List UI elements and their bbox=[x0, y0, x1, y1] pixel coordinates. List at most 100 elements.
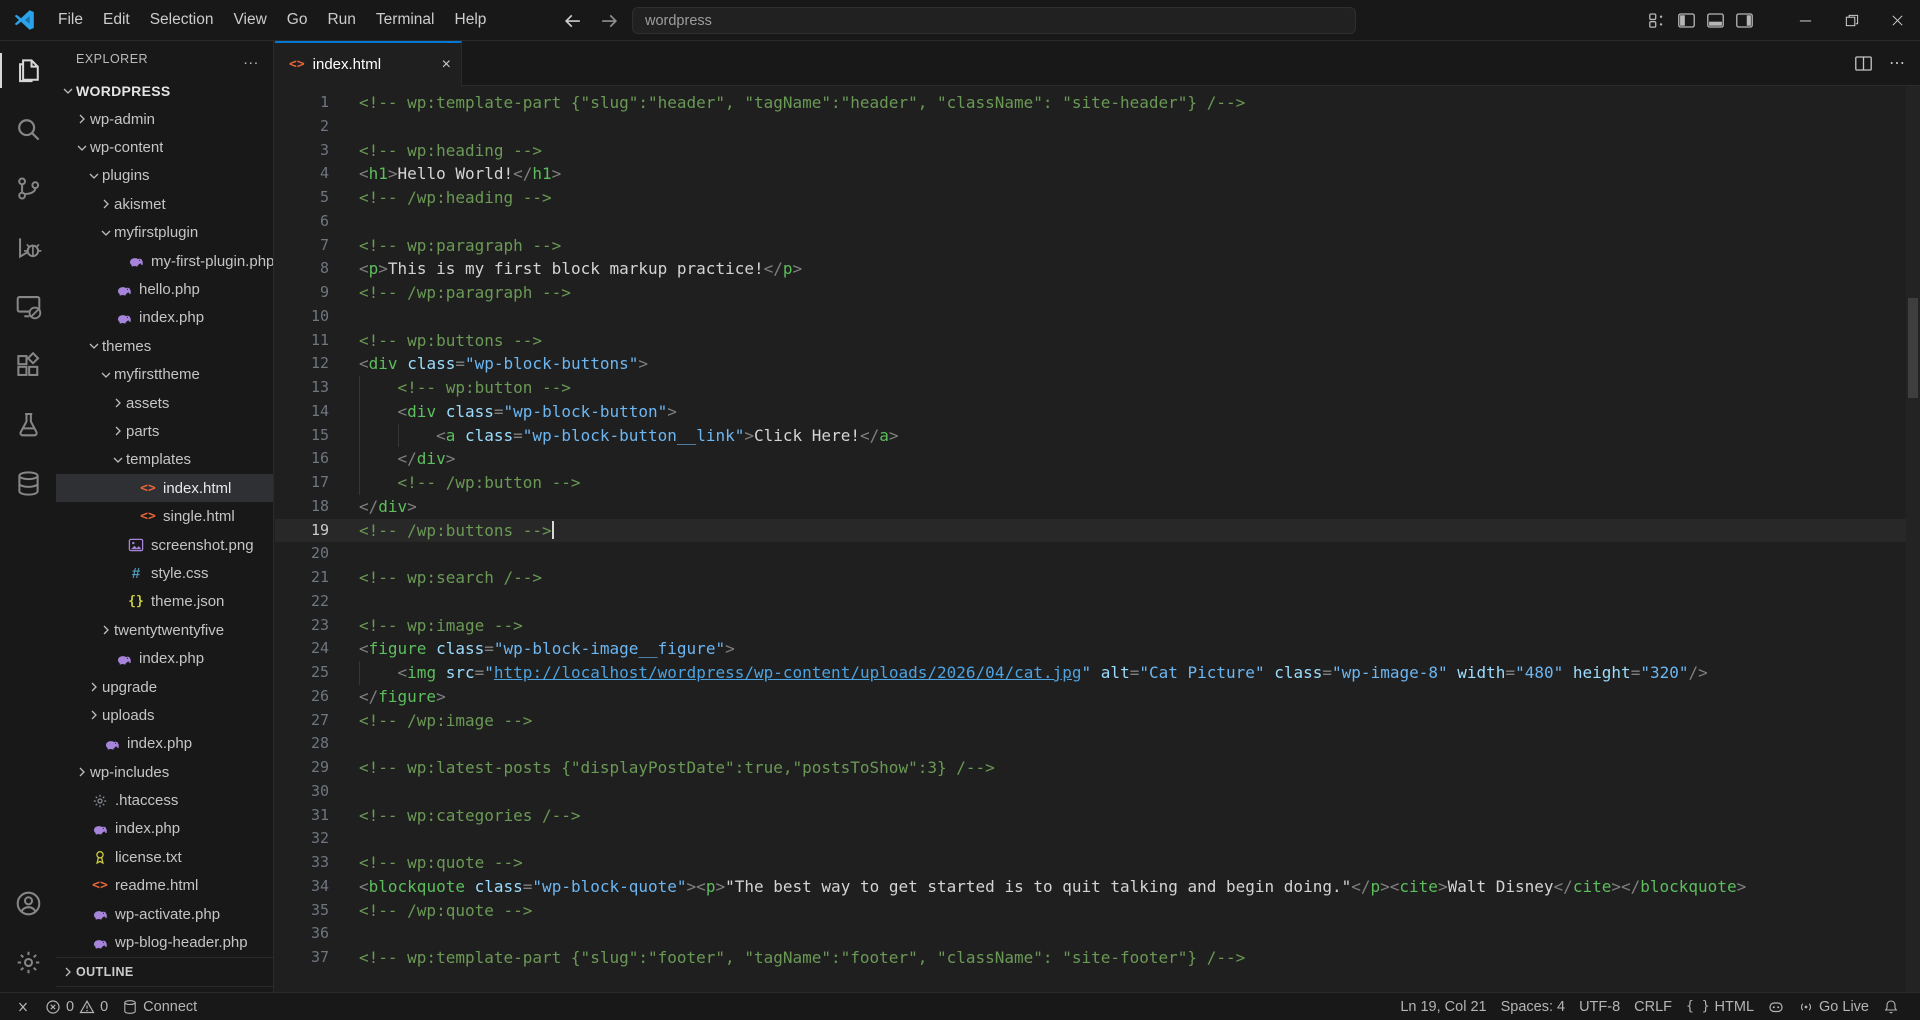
tree-file-index-php[interactable]: index.php bbox=[56, 730, 273, 758]
code-line-16[interactable]: 16 </div> bbox=[275, 447, 1920, 471]
code-line-25[interactable]: 25 <img src="http://localhost/wordpress/… bbox=[275, 661, 1920, 685]
explorer-more-actions-icon[interactable]: ... bbox=[243, 51, 259, 68]
window-close-button[interactable] bbox=[1874, 0, 1920, 41]
code-line-33[interactable]: 33<!-- wp:quote --> bbox=[275, 851, 1920, 875]
code-line-14[interactable]: 14 <div class="wp-block-button"> bbox=[275, 400, 1920, 424]
code-line-24[interactable]: 24<figure class="wp-block-image__figure"… bbox=[275, 637, 1920, 661]
tree-file-style-css[interactable]: #style.css bbox=[56, 559, 273, 587]
database-icon[interactable] bbox=[0, 454, 56, 513]
command-center-search[interactable]: wordpress bbox=[632, 7, 1356, 34]
toggle-secondary-sidebar-icon[interactable] bbox=[1735, 11, 1754, 30]
editor-scrollbar[interactable] bbox=[1906, 86, 1920, 992]
code-line-31[interactable]: 31<!-- wp:categories /--> bbox=[275, 804, 1920, 828]
cursor-position[interactable]: Ln 19, Col 21 bbox=[1393, 999, 1493, 1015]
split-editor-icon[interactable] bbox=[1854, 54, 1873, 73]
search-icon[interactable] bbox=[0, 100, 56, 159]
menu-terminal[interactable]: Terminal bbox=[366, 6, 445, 34]
code-line-23[interactable]: 23<!-- wp:image --> bbox=[275, 614, 1920, 638]
code-line-20[interactable]: 20 bbox=[275, 542, 1920, 566]
tree-folder-akismet[interactable]: akismet bbox=[56, 190, 273, 218]
tree-folder-wp-admin[interactable]: wp-admin bbox=[56, 105, 273, 133]
tree-folder-upgrade[interactable]: upgrade bbox=[56, 673, 273, 701]
code-line-3[interactable]: 3<!-- wp:heading --> bbox=[275, 139, 1920, 163]
code-line-21[interactable]: 21<!-- wp:search /--> bbox=[275, 566, 1920, 590]
code-line-26[interactable]: 26</figure> bbox=[275, 685, 1920, 709]
code-line-15[interactable]: 15 <a class="wp-block-button__link">Clic… bbox=[275, 424, 1920, 448]
tree-folder-uploads[interactable]: uploads bbox=[56, 701, 273, 729]
tree-file-wp-blog-header-php[interactable]: wp-blog-header.php bbox=[56, 928, 273, 956]
extensions-icon[interactable] bbox=[0, 336, 56, 395]
code-line-7[interactable]: 7<!-- wp:paragraph --> bbox=[275, 234, 1920, 258]
tab-index-html[interactable]: <> index.html × bbox=[275, 41, 462, 86]
tree-file-index-php[interactable]: index.php bbox=[56, 644, 273, 672]
tree-folder-parts[interactable]: parts bbox=[56, 417, 273, 445]
code-line-12[interactable]: 12<div class="wp-block-buttons"> bbox=[275, 352, 1920, 376]
tree-file-license-txt[interactable]: license.txt bbox=[56, 843, 273, 871]
code-editor[interactable]: 1<!-- wp:template-part {"slug":"header",… bbox=[275, 86, 1920, 992]
code-line-17[interactable]: 17 <!-- /wp:button --> bbox=[275, 471, 1920, 495]
code-line-8[interactable]: 8<p>This is my first block markup practi… bbox=[275, 257, 1920, 281]
tree-folder-twentytwentyfive[interactable]: twentytwentyfive bbox=[56, 616, 273, 644]
tree-folder-wp-includes[interactable]: wp-includes bbox=[56, 758, 273, 786]
tree-file-hello-php[interactable]: hello.php bbox=[56, 275, 273, 303]
problems-indicator[interactable]: 0 0 bbox=[38, 993, 115, 1020]
code-line-29[interactable]: 29<!-- wp:latest-posts {"displayPostDate… bbox=[275, 756, 1920, 780]
menu-view[interactable]: View bbox=[223, 6, 276, 34]
settings-icon[interactable] bbox=[0, 933, 56, 992]
tree-file-screenshot-png[interactable]: screenshot.png bbox=[56, 531, 273, 559]
indentation[interactable]: Spaces: 4 bbox=[1494, 999, 1573, 1015]
tree-folder-themes[interactable]: themes bbox=[56, 332, 273, 360]
code-line-30[interactable]: 30 bbox=[275, 780, 1920, 804]
nav-back-icon[interactable] bbox=[563, 11, 583, 31]
code-line-27[interactable]: 27<!-- /wp:image --> bbox=[275, 709, 1920, 733]
tree-file--htaccess[interactable]: .htaccess bbox=[56, 786, 273, 814]
code-line-35[interactable]: 35<!-- /wp:quote --> bbox=[275, 899, 1920, 923]
code-line-37[interactable]: 37<!-- wp:template-part {"slug":"footer"… bbox=[275, 946, 1920, 970]
code-line-13[interactable]: 13 <!-- wp:button --> bbox=[275, 376, 1920, 400]
tree-file-my-first-plugin-php[interactable]: my-first-plugin.php bbox=[56, 247, 273, 275]
tree-folder-myfirsttheme[interactable]: myfirsttheme bbox=[56, 361, 273, 389]
notifications[interactable] bbox=[1876, 999, 1906, 1015]
tree-file-index-php[interactable]: index.php bbox=[56, 304, 273, 332]
menu-edit[interactable]: Edit bbox=[93, 6, 140, 34]
source-control-icon[interactable] bbox=[0, 159, 56, 218]
outline-section[interactable]: OUTLINE bbox=[56, 957, 273, 986]
editor-more-actions-icon[interactable]: ⋯ bbox=[1889, 53, 1906, 73]
account-icon[interactable] bbox=[0, 874, 56, 933]
encoding[interactable]: UTF-8 bbox=[1572, 999, 1627, 1015]
window-minimize-button[interactable] bbox=[1782, 0, 1828, 41]
code-line-10[interactable]: 10 bbox=[275, 305, 1920, 329]
tree-folder-wp-content[interactable]: wp-content bbox=[56, 133, 273, 161]
testing-icon[interactable] bbox=[0, 395, 56, 454]
scrollbar-thumb[interactable] bbox=[1908, 298, 1918, 398]
code-line-32[interactable]: 32 bbox=[275, 827, 1920, 851]
menu-go[interactable]: Go bbox=[277, 6, 318, 34]
menu-run[interactable]: Run bbox=[317, 6, 365, 34]
menu-selection[interactable]: Selection bbox=[140, 6, 224, 34]
code-line-18[interactable]: 18</div> bbox=[275, 495, 1920, 519]
code-line-34[interactable]: 34<blockquote class="wp-block-quote"><p>… bbox=[275, 875, 1920, 899]
code-line-6[interactable]: 6 bbox=[275, 210, 1920, 234]
sqltools-connect[interactable]: Connect bbox=[115, 993, 204, 1020]
tree-file-index-html[interactable]: <>index.html bbox=[56, 474, 273, 502]
tree-file-single-html[interactable]: <>single.html bbox=[56, 502, 273, 530]
code-line-36[interactable]: 36 bbox=[275, 922, 1920, 946]
tree-file-readme-html[interactable]: <>readme.html bbox=[56, 872, 273, 900]
remote-indicator[interactable] bbox=[8, 993, 38, 1020]
customize-layout-icon[interactable] bbox=[1648, 11, 1667, 30]
code-line-9[interactable]: 9<!-- /wp:paragraph --> bbox=[275, 281, 1920, 305]
code-line-28[interactable]: 28 bbox=[275, 732, 1920, 756]
tree-folder-plugins[interactable]: plugins bbox=[56, 162, 273, 190]
tree-file-theme-json[interactable]: {}theme.json bbox=[56, 588, 273, 616]
code-line-22[interactable]: 22 bbox=[275, 590, 1920, 614]
code-line-11[interactable]: 11<!-- wp:buttons --> bbox=[275, 329, 1920, 353]
remote-explorer-icon[interactable] bbox=[0, 277, 56, 336]
code-line-5[interactable]: 5<!-- /wp:heading --> bbox=[275, 186, 1920, 210]
code-line-2[interactable]: 2 bbox=[275, 115, 1920, 139]
code-line-19[interactable]: 19<!-- /wp:buttons --> bbox=[275, 519, 1920, 543]
code-line-4[interactable]: 4<h1>Hello World!</h1> bbox=[275, 162, 1920, 186]
toggle-primary-sidebar-icon[interactable] bbox=[1677, 11, 1696, 30]
copilot-status[interactable] bbox=[1761, 999, 1791, 1015]
tree-folder-myfirstplugin[interactable]: myfirstplugin bbox=[56, 219, 273, 247]
tree-file-index-php[interactable]: index.php bbox=[56, 815, 273, 843]
